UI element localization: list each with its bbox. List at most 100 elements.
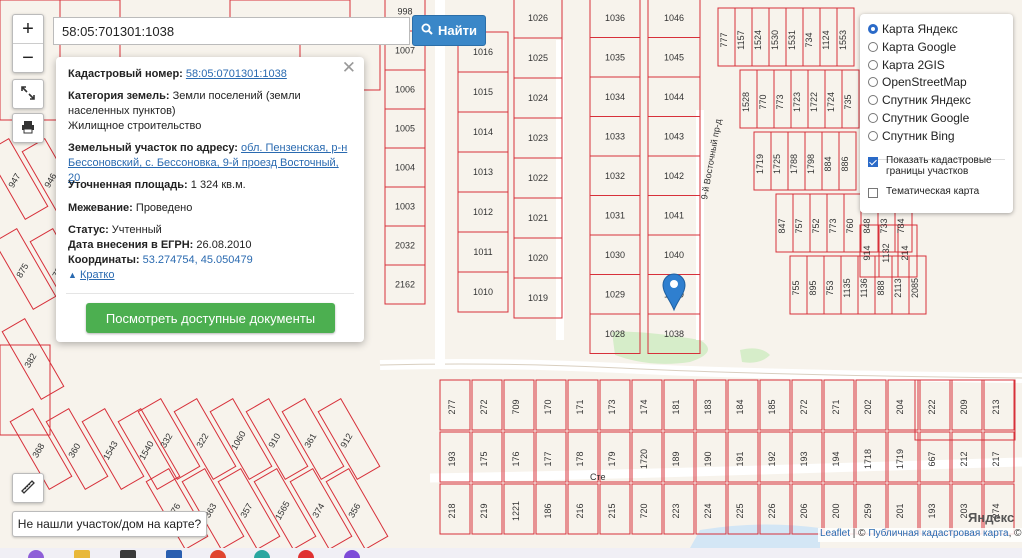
viber-icon[interactable] — [344, 550, 360, 558]
address-label: Земельный участок по адресу: — [68, 142, 238, 154]
overlay-option[interactable]: Тематическая карта — [868, 186, 1003, 198]
layer-option[interactable]: Спутник Яндекс — [868, 93, 971, 107]
parcel-label: 1032 — [605, 171, 625, 181]
view-documents-button[interactable]: Посмотреть доступные документы — [86, 303, 335, 333]
parcel-label: 733 — [879, 218, 889, 233]
parcel-label: 1135 — [842, 278, 852, 297]
parcel-label: 1038 — [664, 329, 684, 339]
parcel-label: 218 — [447, 503, 457, 518]
parcel-label: 174 — [639, 399, 649, 414]
parcel-label: 217 — [991, 451, 1001, 466]
search-button[interactable]: Найти — [412, 15, 486, 46]
layer-option[interactable]: Карта Яндекс — [868, 22, 958, 36]
parcel-label: 1157 — [736, 30, 746, 49]
parcel-label: 193 — [799, 451, 809, 466]
parcel-label: 357 — [238, 501, 254, 519]
location-marker[interactable] — [662, 273, 686, 312]
parcel-label: 753 — [825, 280, 835, 295]
radio-button[interactable] — [868, 41, 878, 52]
divider — [66, 293, 354, 294]
messenger-icon[interactable] — [254, 550, 270, 558]
parcel-label: 1720 — [639, 449, 649, 469]
parcel-label: 1044 — [664, 92, 684, 102]
parcel-label: 322 — [194, 431, 210, 449]
parcel-label: 1524 — [753, 30, 763, 50]
zoom-in-button[interactable]: + — [13, 15, 43, 43]
parcel-label: 185 — [767, 399, 777, 414]
leaflet-link[interactable]: Leaflet — [820, 528, 850, 539]
briefcase-icon[interactable] — [120, 550, 136, 558]
radio-button[interactable] — [868, 77, 878, 88]
collapse-link[interactable]: Кратко — [80, 269, 115, 281]
parcel-label: 179 — [607, 451, 617, 466]
mail-icon[interactable] — [166, 550, 182, 558]
parcel-label: 1531 — [787, 30, 797, 50]
parcel-label: 1798 — [806, 154, 816, 174]
radio-button[interactable] — [868, 95, 878, 106]
marker-dot — [670, 280, 678, 288]
parcel-label: 177 — [543, 451, 553, 466]
parcel-label: 2162 — [395, 280, 415, 290]
parcel-label: 1124 — [821, 30, 831, 49]
parcel-label: 1016 — [473, 47, 493, 57]
layer-option-label: Карта Яндекс — [882, 22, 958, 36]
ruler-button[interactable] — [12, 473, 44, 503]
radio-button[interactable] — [868, 130, 878, 141]
parcel-label: 1004 — [395, 163, 415, 173]
cadastral-number-link[interactable]: 58:05:0701301:1038 — [186, 68, 287, 80]
print-button[interactable] — [12, 113, 44, 143]
zoom-control: + − — [12, 14, 44, 73]
radio-button[interactable] — [868, 59, 878, 70]
layer-option[interactable]: Карта Google — [868, 40, 956, 54]
parcel-label: 886 — [840, 156, 850, 171]
parcel-label: 361 — [302, 431, 318, 449]
coords-value[interactable]: 53.274754, 45.050479 — [143, 254, 253, 266]
parcel-label: 194 — [831, 451, 841, 466]
checkbox[interactable] — [868, 188, 878, 198]
chrome-icon[interactable] — [210, 550, 226, 558]
parcel-info-popup: ✕ Кадастровый номер: 58:05:0701301:1038 … — [56, 57, 364, 342]
pkk-link[interactable]: Публичная кадастровая карта — [868, 528, 1008, 539]
folder-icon[interactable] — [74, 550, 90, 558]
marker-pin-icon[interactable] — [662, 273, 686, 312]
area-row: Уточненная площадь: 1 324 кв.м. — [68, 178, 353, 193]
print-icon — [21, 120, 35, 137]
parcel-label: 216 — [575, 503, 585, 518]
layer-option[interactable]: Спутник Bing — [868, 129, 955, 143]
not-found-button[interactable]: Не нашли участок/дом на карте? — [12, 511, 207, 537]
date-value: 26.08.2010 — [196, 239, 252, 251]
yandex-browser-icon[interactable] — [298, 550, 314, 558]
checkbox[interactable] — [868, 157, 878, 167]
parcel-label: 374 — [310, 501, 326, 519]
parcel-label: 914 — [862, 245, 872, 260]
parcel-label: 1034 — [605, 92, 625, 102]
app-icon[interactable] — [28, 550, 44, 558]
zoom-out-button[interactable]: − — [13, 43, 43, 72]
parcel-label: 178 — [575, 451, 585, 466]
parcel-label: 1723 — [792, 92, 802, 112]
parcel-label: 209 — [959, 399, 969, 414]
parcel-label: 1724 — [826, 92, 836, 112]
parcel-label: 201 — [895, 503, 905, 518]
overlay-option[interactable]: Показать кадастровые границы участков — [868, 155, 1003, 177]
search-input[interactable] — [53, 17, 410, 45]
parcel-label: 212 — [959, 451, 969, 466]
parcel-label: 272 — [799, 399, 809, 414]
parcel-label: 272 — [479, 399, 489, 414]
radio-button[interactable] — [868, 113, 878, 123]
parcel-label: 752 — [811, 218, 821, 233]
attribution-separator: | © — [850, 528, 869, 539]
layer-option[interactable]: Спутник Google — [868, 111, 969, 125]
layer-option[interactable]: OpenStreetMap — [868, 75, 967, 89]
fullscreen-button[interactable] — [12, 79, 44, 109]
parcel-label: 193 — [447, 451, 457, 466]
layer-option[interactable]: Карта 2GIS — [868, 58, 945, 72]
overlay-option-label: Показать кадастровые границы участков — [886, 155, 992, 177]
parcel-label: 1019 — [528, 293, 548, 303]
area-value: 1 324 кв.м. — [190, 179, 246, 191]
radio-button[interactable] — [868, 24, 878, 34]
parcel-label: 224 — [703, 503, 713, 518]
yandex-logo: Яндекс — [968, 510, 1015, 525]
parcel-label: 1725 — [772, 154, 782, 174]
parcel-label: 171 — [575, 399, 585, 414]
